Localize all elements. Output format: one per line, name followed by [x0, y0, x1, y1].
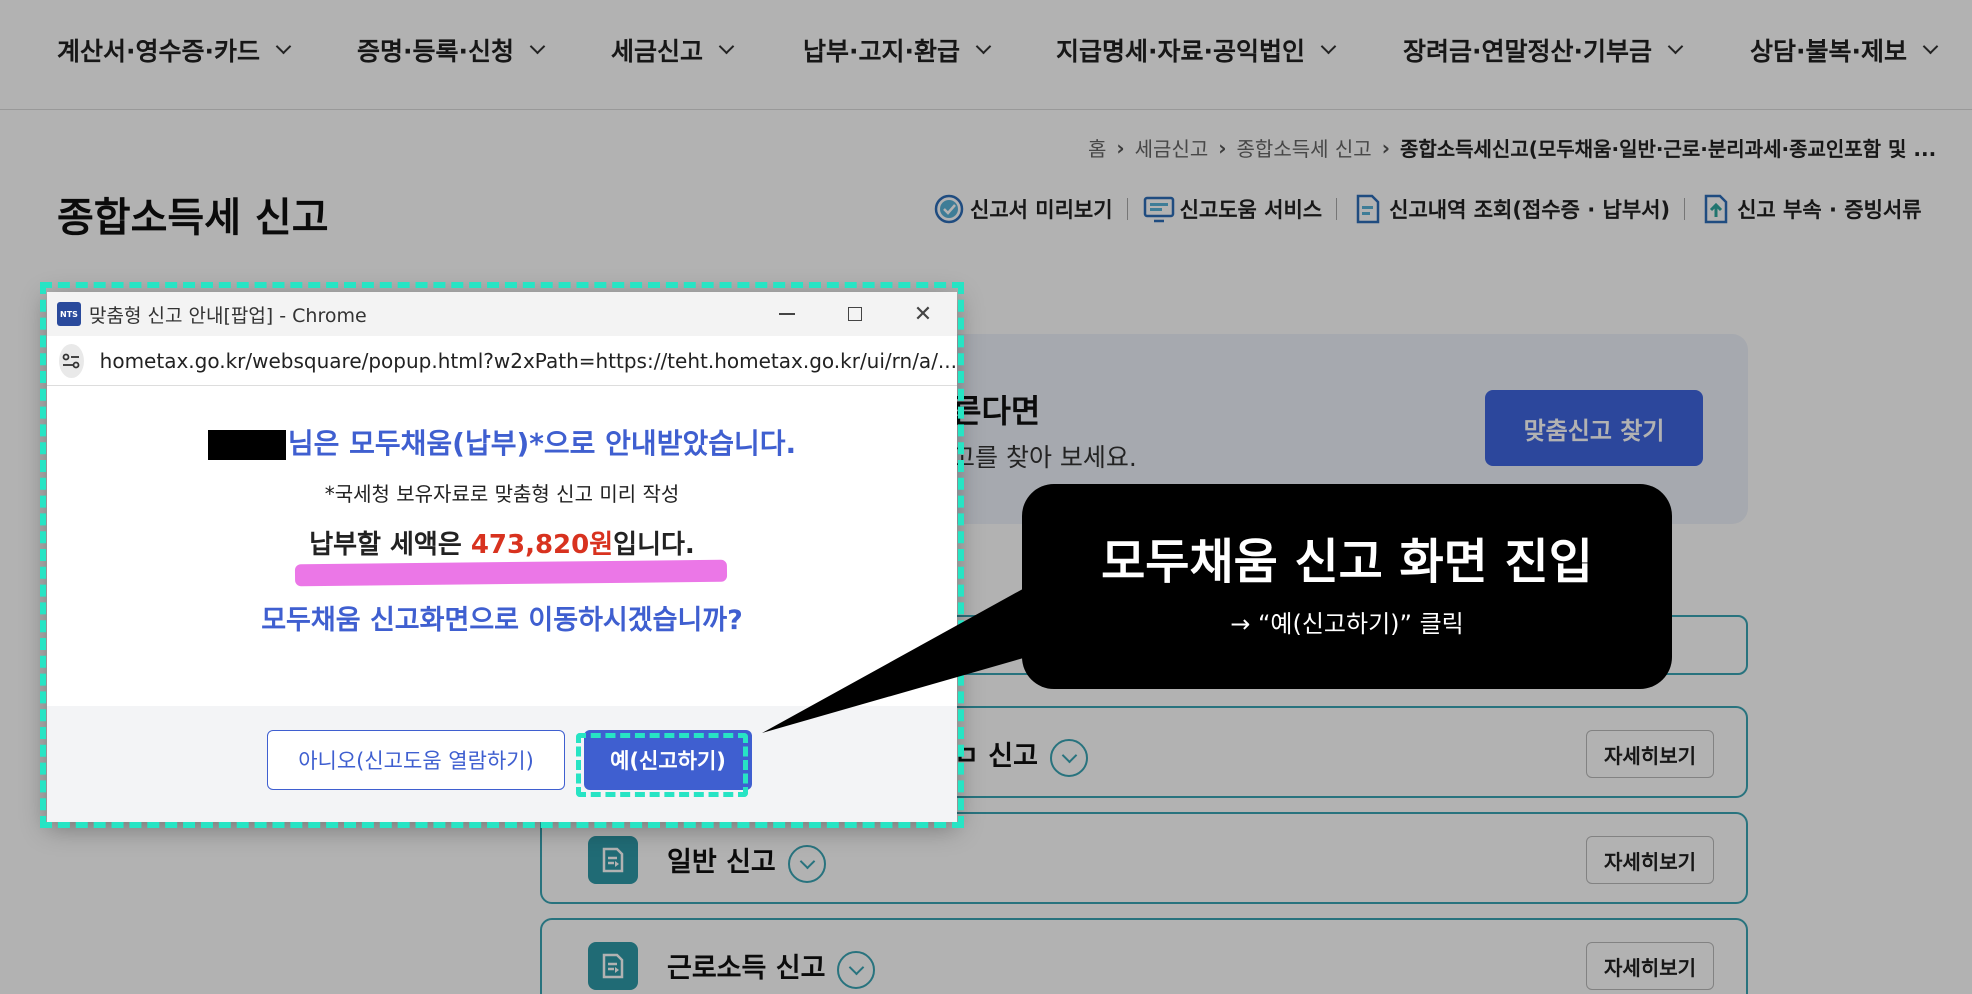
instruction-callout: 모두채움 신고 화면 진입 → “예(신고하기)” 클릭	[1022, 484, 1672, 689]
callout-pointer	[762, 585, 1034, 733]
callout-title: 모두채움 신고 화면 진입	[1101, 534, 1593, 590]
callout-subtitle: → “예(신고하기)” 클릭	[1230, 610, 1464, 638]
